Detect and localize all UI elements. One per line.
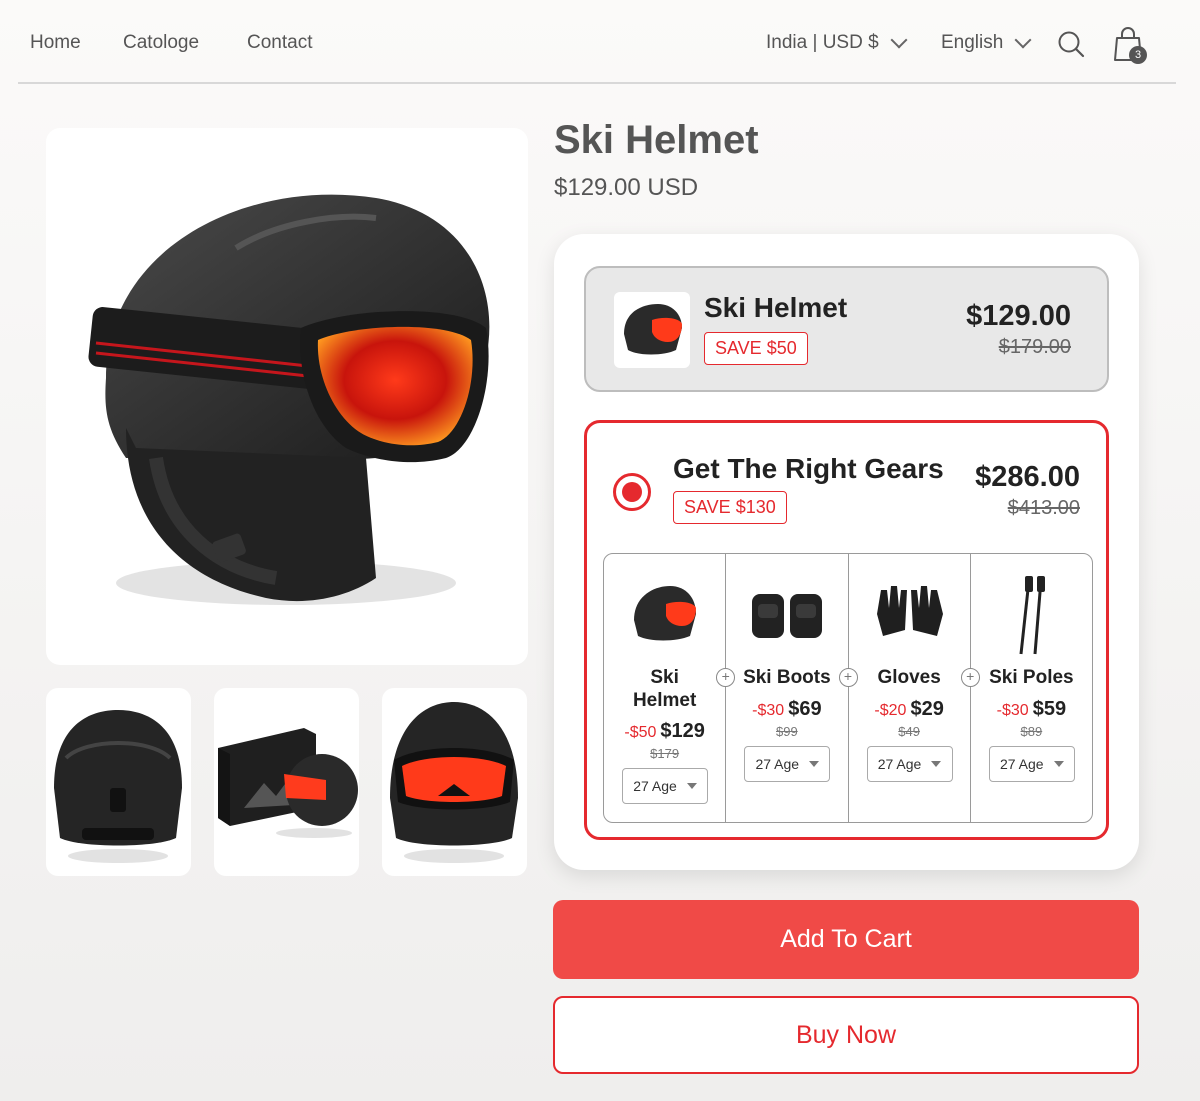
bundle-item-discount: -$20	[874, 702, 907, 719]
region-label: India | USD $	[766, 32, 879, 53]
bundle-offers-card: Ski Helmet SAVE $50 $129.00 $179.00 Get …	[554, 234, 1139, 870]
single-offer-image	[614, 292, 690, 368]
bundle-item-discount: -$30	[752, 702, 785, 719]
bundle-item-prices: -$20 $29	[849, 698, 970, 721]
bundle-item-discount: -$50	[624, 724, 657, 741]
bundle-item-old-price: $99	[776, 724, 798, 739]
bundle-item-price: $59	[1032, 698, 1067, 720]
bundle-item-name: Ski Poles	[989, 667, 1074, 688]
bundle-item-size-value: 27 Age	[633, 778, 677, 794]
bundle-item-discount: -$30	[996, 702, 1029, 719]
caret-down-icon	[809, 761, 820, 767]
thumbnail-box-view[interactable]	[214, 688, 359, 876]
bundle-item-size-value: 27 Age	[755, 756, 800, 772]
bundle-offer-price: $286.00	[975, 461, 1080, 493]
bundle-item-price: $29	[910, 698, 944, 720]
buy-now-button[interactable]: Buy Now	[553, 996, 1139, 1074]
bundle-item-name: Ski Boots	[743, 667, 831, 688]
add-to-cart-button[interactable]: Add To Cart	[553, 900, 1139, 979]
search-icon[interactable]	[1057, 30, 1085, 58]
single-offer-compare-price: $179.00	[998, 336, 1071, 358]
region-selector[interactable]: India | USD $	[766, 31, 908, 54]
bundle-items-grid: Ski Helmet -$50 $129 $179 27 Age + Ski B…	[603, 553, 1093, 823]
nav-link-catalogue[interactable]: Catologe	[123, 32, 199, 54]
bundle-item-price: $129	[660, 720, 705, 742]
bundle-item-size-value: 27 Age	[877, 756, 922, 772]
single-offer-name: Ski Helmet	[704, 292, 848, 323]
helmet-icon	[624, 304, 682, 355]
helmet-back-image	[54, 710, 182, 863]
bundle-item-prices: -$50 $129	[604, 720, 725, 743]
bundle-radio-selected[interactable]	[613, 473, 651, 511]
thumbnail-back-view[interactable]	[46, 688, 191, 876]
bundle-item-name-line2: Helmet	[632, 690, 697, 711]
poles-icon	[1019, 576, 1045, 655]
bundle-offer-compare-price: $413.00	[1007, 497, 1080, 519]
bundle-item-ski-poles: + Ski Poles -$30 $59 $89 27 Age	[960, 554, 1092, 822]
gloves-icon	[876, 586, 943, 636]
bundle-item-gloves: + Gloves -$20 $29 $49 27 Age	[838, 554, 971, 822]
bundle-item-name: Gloves	[877, 667, 941, 688]
single-offer-save-badge: SAVE $50	[704, 332, 808, 365]
chevron-down-icon	[890, 31, 908, 49]
chevron-down-icon	[1014, 31, 1032, 49]
helmet-image	[88, 194, 490, 605]
caret-down-icon	[686, 783, 697, 789]
bundle-item-name: Ski Helmet	[604, 666, 725, 712]
bundle-item-size-select[interactable]: 27 Age	[988, 746, 1075, 782]
bundle-item-price: $69	[788, 698, 822, 720]
bundle-item-size-select[interactable]: 27 Age	[622, 768, 708, 804]
nav-link-contact[interactable]: Contact	[247, 32, 312, 54]
helmet-front-image	[390, 702, 518, 863]
single-offer-option[interactable]: Ski Helmet SAVE $50 $129.00 $179.00	[584, 266, 1109, 392]
bundle-item-name-line1: Ski	[650, 667, 679, 688]
bundle-item-ski-helmet: Ski Helmet -$50 $129 $179 27 Age	[604, 554, 727, 822]
thumbnail-front-view[interactable]	[382, 688, 527, 876]
helmet-icon	[634, 586, 696, 641]
bundle-item-size-select[interactable]: 27 Age	[744, 746, 831, 782]
bundle-item-prices: -$30 $69	[726, 698, 847, 721]
single-offer-price: $129.00	[966, 300, 1071, 332]
bundle-item-prices: -$30 $59	[971, 698, 1092, 721]
bundle-item-size-value: 27 Age	[999, 756, 1044, 772]
main-product-image[interactable]	[46, 128, 528, 665]
bundle-item-old-price: $89	[1020, 724, 1043, 739]
cart-count-badge: 3	[1129, 46, 1147, 64]
bundle-item-size-select[interactable]: 27 Age	[866, 746, 953, 782]
bundle-offer-option[interactable]: Get The Right Gears SAVE $130 $286.00 $4…	[584, 420, 1109, 840]
language-selector[interactable]: English	[941, 31, 1032, 54]
bundle-offer-save-badge: SAVE $130	[673, 491, 787, 524]
top-nav: Home Catologe Contact India | USD $ Engl…	[18, 0, 1176, 84]
caret-down-icon	[1053, 761, 1064, 767]
helmet-box-image	[218, 728, 358, 838]
nav-link-home[interactable]: Home	[30, 32, 81, 54]
bundle-item-old-price: $49	[898, 724, 920, 739]
bundle-item-ski-boots: + Ski Boots -$30 $69 $99 27 Age	[716, 554, 849, 822]
bundle-item-old-price: $179	[650, 746, 680, 761]
bundle-offer-name: Get The Right Gears	[673, 453, 944, 484]
product-price: $129.00 USD	[554, 174, 699, 201]
product-title: Ski Helmet	[554, 118, 759, 162]
language-label: English	[941, 32, 1004, 53]
boots-icon	[752, 594, 823, 638]
caret-down-icon	[931, 761, 942, 767]
